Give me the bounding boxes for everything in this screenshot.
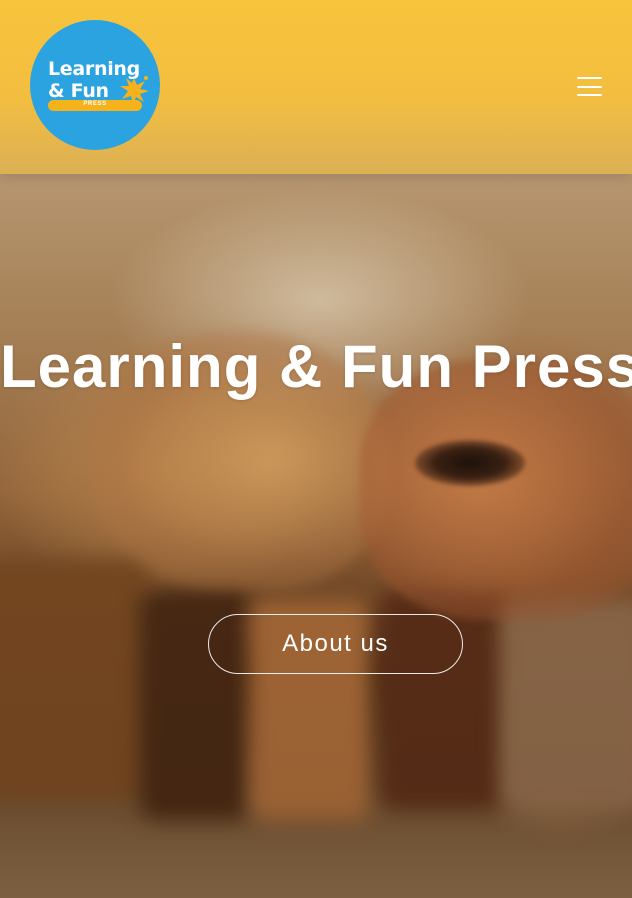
menu-bar	[577, 94, 602, 96]
logo-line-2: & Fun	[48, 80, 109, 102]
hero-title: Learning & Fun Press	[0, 333, 632, 400]
menu-bar	[577, 77, 602, 79]
site-logo[interactable]: Learning & Fun PRESS	[30, 20, 160, 150]
menu-bar	[577, 85, 602, 88]
logo-tagline-badge: PRESS	[48, 100, 142, 111]
hamburger-menu-icon[interactable]	[577, 77, 602, 96]
site-header: Learning & Fun PRESS	[0, 0, 632, 174]
logo-tagline: PRESS	[83, 101, 107, 107]
about-us-button[interactable]: About us	[208, 614, 463, 674]
